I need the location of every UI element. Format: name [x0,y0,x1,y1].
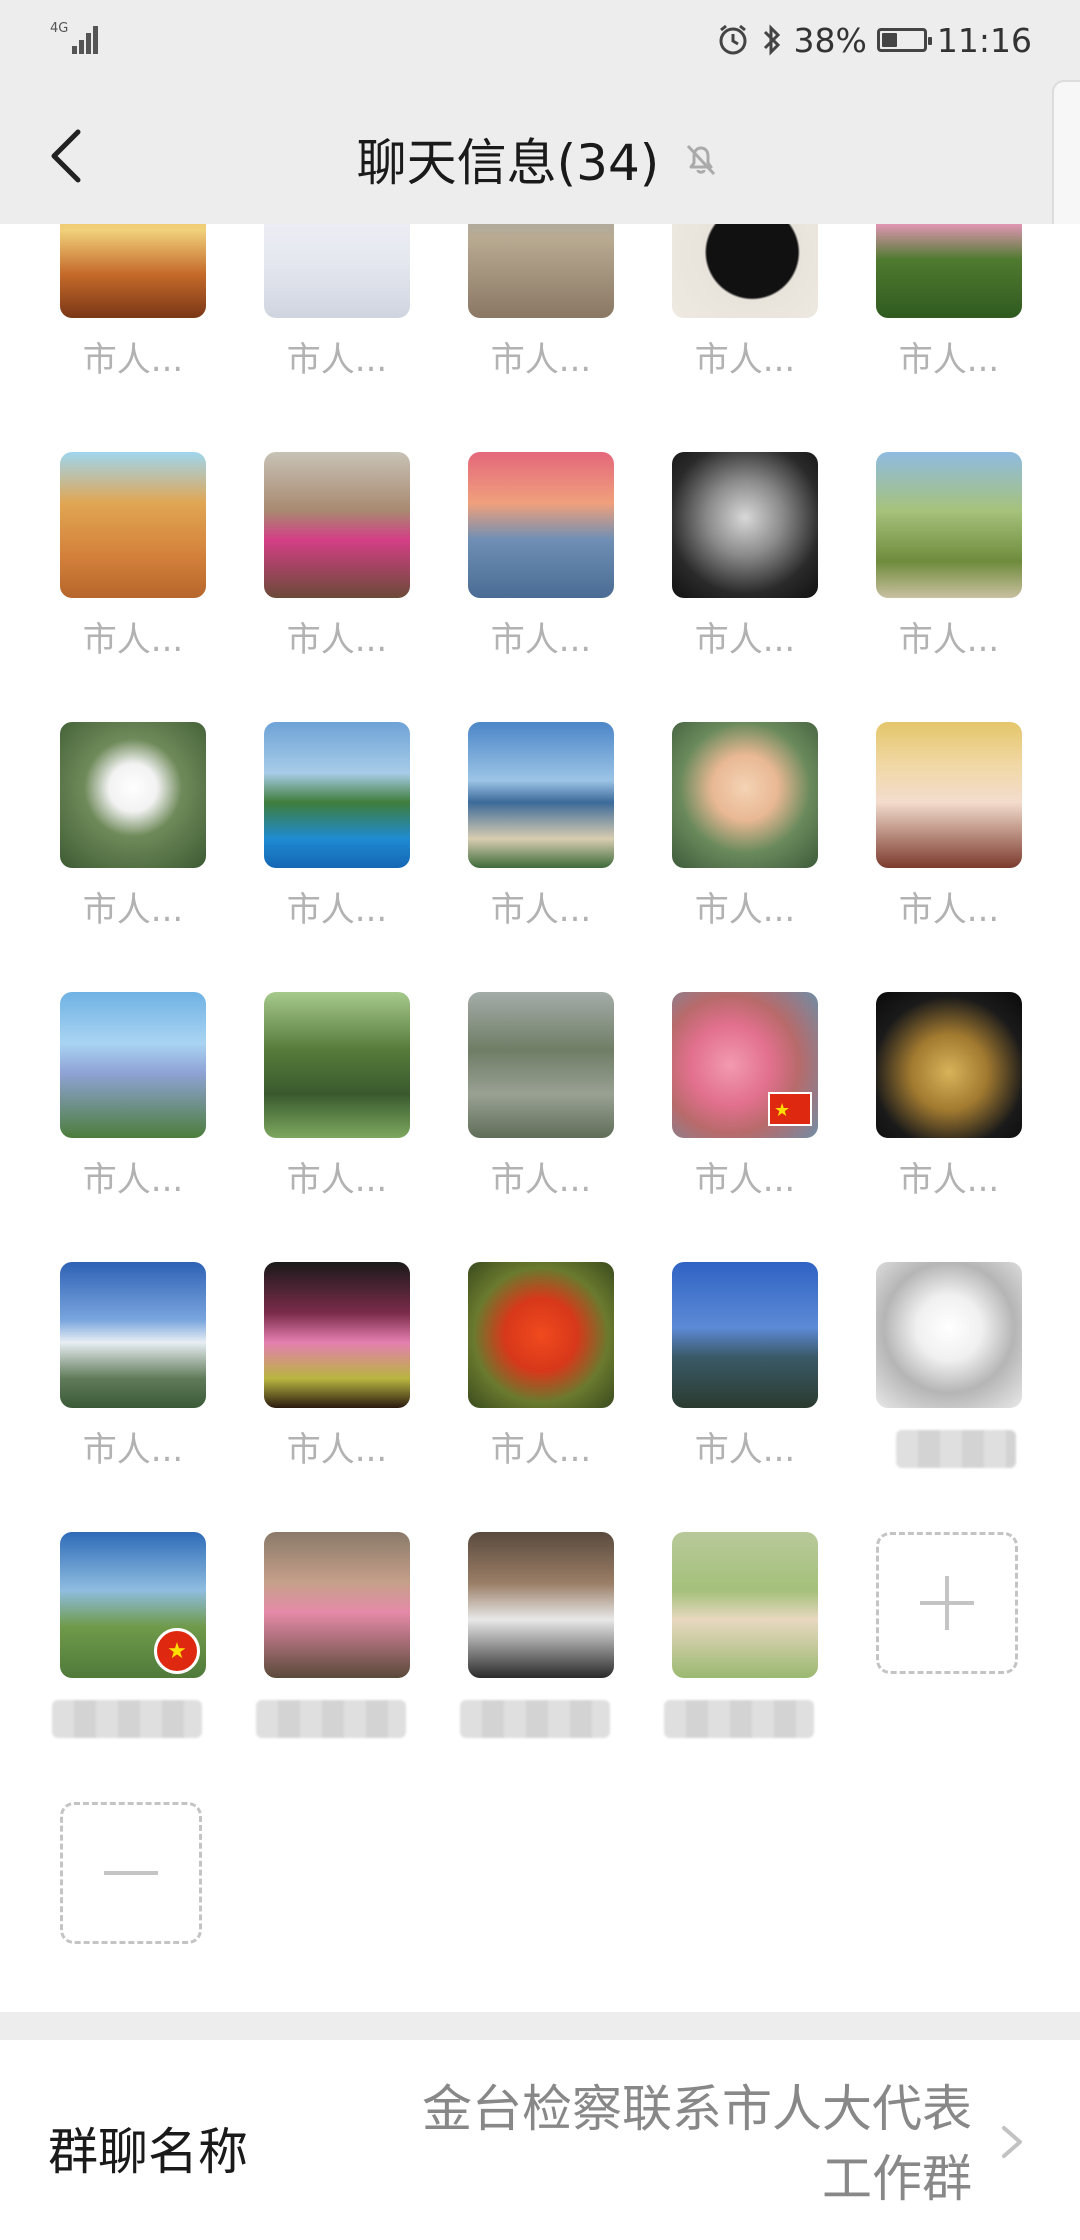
member-avatar[interactable] [468,224,614,318]
bluetooth-icon [763,24,780,56]
alarm-icon [719,24,747,55]
mute-bell-icon [679,137,723,181]
member-name-redacted [52,1700,202,1738]
member-name: 市人... [286,1430,388,1470]
member-name-redacted [256,1700,406,1738]
member-avatar[interactable] [672,1532,818,1678]
member-avatar[interactable] [672,722,818,868]
member-avatar[interactable] [60,992,206,1138]
member-avatar[interactable] [264,992,410,1138]
member-avatar[interactable] [264,224,410,318]
section-divider [0,2012,1080,2040]
group-name-line-1: 金台检察联系市人大代表 [422,2080,972,2138]
member-name: 市人... [694,890,796,930]
member-avatar[interactable] [876,992,1022,1138]
group-name-line-2: 工作群 [822,2150,972,2208]
nav-bar: 聊天信息(34) [0,80,1080,224]
china-flag-icon: ★ [154,1628,200,1674]
member-avatar[interactable] [876,1262,1022,1408]
battery-percent: 38% [793,20,867,60]
member-name: 市人... [286,620,388,660]
member-avatar[interactable] [468,452,614,598]
add-member-button[interactable] [876,1532,1018,1674]
member-avatar[interactable] [60,1262,206,1408]
page-title: 聊天信息(34) [356,134,660,192]
member-avatar[interactable] [60,224,206,318]
clock: 11:16 [936,20,1032,60]
minus-icon [104,1871,158,1875]
member-name: 市人... [898,890,1000,930]
member-grid: 市人... 市人... 市人... 市人... 市人... 市人... 市人... 市人...… [0,224,1080,2016]
remove-member-button[interactable] [60,1802,202,1944]
member-name: 市人... [286,890,388,930]
member-name: 市人... [898,1160,1000,1200]
member-avatar[interactable] [672,224,818,318]
member-name: 市人... [82,1430,184,1470]
member-name: 市人... [694,1430,796,1470]
group-name-value: 金台检察联系市人大代表 工作群 [292,2074,972,2214]
group-name-row[interactable]: 群聊名称 金台检察联系市人大代表 工作群 [0,2040,1080,2240]
member-avatar[interactable] [876,452,1022,598]
china-flag-icon: ★ [768,1092,812,1126]
member-name: 市人... [898,620,1000,660]
member-name: 市人... [490,340,592,380]
member-avatar[interactable] [468,722,614,868]
member-name: 市人... [490,1430,592,1470]
member-avatar[interactable] [468,1262,614,1408]
battery-fill [881,33,897,47]
chevron-right-icon [1002,2126,1022,2158]
member-name-redacted [896,1430,1016,1468]
member-avatar[interactable] [876,224,1022,318]
member-avatar[interactable] [60,452,206,598]
member-avatar[interactable] [468,992,614,1138]
member-avatar[interactable] [264,452,410,598]
member-name: 市人... [286,1160,388,1200]
member-name-redacted [460,1700,610,1738]
member-name: 市人... [490,620,592,660]
member-name-redacted [664,1700,814,1738]
member-avatar[interactable] [876,722,1022,868]
group-name-label: 群聊名称 [48,2123,248,2181]
member-avatar[interactable] [60,722,206,868]
member-avatar[interactable] [468,1532,614,1678]
signal-icon: 4G [50,21,98,54]
status-right: 38% 11:16 [716,18,1032,62]
member-name: 市人... [898,340,1000,380]
member-name: 市人... [490,1160,592,1200]
member-name: 市人... [694,1160,796,1200]
network-type: 4G [50,21,68,36]
nav-title-group: 聊天信息(34) [0,124,1080,194]
member-name: 市人... [82,620,184,660]
member-avatar[interactable] [264,722,410,868]
member-name: 市人... [694,620,796,660]
member-avatar[interactable] [264,1262,410,1408]
member-name: 市人... [490,890,592,930]
member-name: 市人... [694,340,796,380]
member-avatar[interactable] [672,1262,818,1408]
member-name: 市人... [286,340,388,380]
plus-icon [920,1576,974,1630]
member-avatar[interactable] [264,1532,410,1678]
member-avatar[interactable] [672,452,818,598]
member-name: 市人... [82,890,184,930]
member-name: 市人... [82,1160,184,1200]
member-name: 市人... [82,340,184,380]
battery-icon [876,28,932,52]
status-bar: 4G 38% 11:16 [0,0,1080,80]
